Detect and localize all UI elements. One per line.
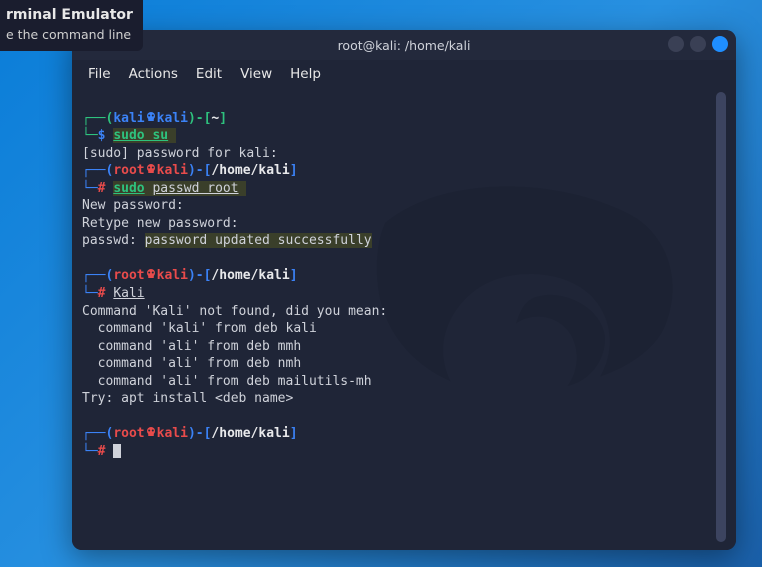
line-suggest-kali: command 'kali' from deb kali <box>82 321 317 336</box>
prompt-host: kali <box>157 426 188 441</box>
prompt-user: kali <box>113 111 144 126</box>
command-kali: Kali <box>113 286 144 301</box>
command-sudo-su: sudo su <box>113 128 168 143</box>
menu-actions[interactable]: Actions <box>129 66 178 82</box>
line-retype-password: Retype new password: <box>82 216 239 231</box>
skull-icon <box>145 111 157 123</box>
tooltip-title: rminal Emulator <box>6 6 133 26</box>
prompt-symbol: # <box>98 286 106 301</box>
prompt-host: kali <box>157 163 188 178</box>
window-controls <box>668 36 728 52</box>
scrollbar[interactable] <box>716 92 726 542</box>
maximize-button[interactable] <box>690 36 706 52</box>
skull-icon <box>145 426 157 438</box>
menu-file[interactable]: File <box>88 66 111 82</box>
menu-help[interactable]: Help <box>290 66 321 82</box>
line-not-found: Command 'Kali' not found, did you mean: <box>82 304 387 319</box>
line-suggest-mmh: command 'ali' from deb mmh <box>82 339 301 354</box>
prompt-path: /home/kali <box>211 268 289 283</box>
command-passwd-root: passwd root <box>152 181 238 196</box>
prompt-user-root: root <box>113 268 144 283</box>
command-sudo: sudo <box>113 181 144 196</box>
close-button[interactable] <box>712 36 728 52</box>
taskbar-tooltip: rminal Emulator e the command line <box>0 0 143 51</box>
menubar: File Actions Edit View Help <box>72 60 736 88</box>
prompt-host: kali <box>157 111 188 126</box>
minimize-button[interactable] <box>668 36 684 52</box>
line-suggest-nmh: command 'ali' from deb nmh <box>82 356 301 371</box>
prompt-symbol: $ <box>98 128 106 143</box>
terminal-area[interactable]: ┌──(kalikali)-[~] └─$ sudo su [sudo] pas… <box>72 88 736 550</box>
prompt-path: /home/kali <box>211 163 289 178</box>
terminal-cursor <box>113 444 121 458</box>
prompt-symbol: # <box>98 444 106 459</box>
prompt-host: kali <box>157 268 188 283</box>
window-titlebar[interactable]: root@kali: /home/kali <box>72 30 736 60</box>
prompt-symbol: # <box>98 181 106 196</box>
scrollbar-thumb[interactable] <box>716 92 726 542</box>
prompt-user-root: root <box>113 426 144 441</box>
terminal-window: root@kali: /home/kali File Actions Edit … <box>72 30 736 550</box>
menu-edit[interactable]: Edit <box>196 66 222 82</box>
prompt-user-root: root <box>113 163 144 178</box>
line-new-password: New password: <box>82 198 184 213</box>
line-try-apt: Try: apt install <deb name> <box>82 391 293 406</box>
terminal-output[interactable]: ┌──(kalikali)-[~] └─$ sudo su [sudo] pas… <box>82 92 712 542</box>
prompt-path: /home/kali <box>211 426 289 441</box>
line-passwd-prefix: passwd: <box>82 233 145 248</box>
tooltip-subtitle: e the command line <box>6 26 133 44</box>
menu-view[interactable]: View <box>240 66 272 82</box>
skull-icon <box>145 163 157 175</box>
skull-icon <box>145 268 157 280</box>
window-title: root@kali: /home/kali <box>338 38 471 53</box>
line-passwd-success: password updated successfully <box>145 233 372 248</box>
line-suggest-mailutils: command 'ali' from deb mailutils-mh <box>82 374 372 389</box>
line-sudo-password: [sudo] password for kali: <box>82 146 278 161</box>
